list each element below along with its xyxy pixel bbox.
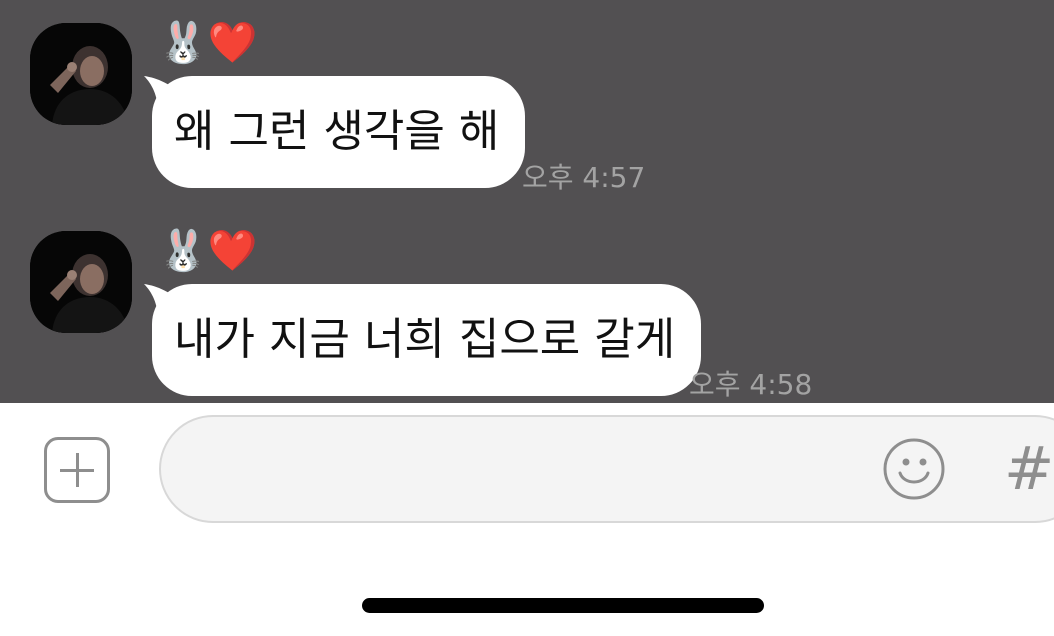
avatar[interactable] — [30, 23, 132, 125]
message-timestamp: 오후 4:57 — [522, 161, 646, 194]
message-bubble[interactable]: 내가 지금 너희 집으로 갈게 — [144, 284, 702, 396]
sender-name: 🐰❤️ — [158, 228, 258, 274]
hashtag-icon: # — [1004, 437, 1054, 501]
attach-button[interactable] — [44, 437, 110, 503]
hashtag-button[interactable]: # — [1004, 437, 1054, 501]
home-indicator — [362, 598, 764, 613]
sender-name: 🐰❤️ — [158, 20, 258, 66]
message-timestamp: 오후 4:58 — [689, 368, 813, 401]
smiley-icon — [883, 438, 945, 500]
chat-area[interactable]: 🐰❤️ 왜 그런 생각을 해 오후 4:57 🐰❤️ 내가 지금 너희 집으로 … — [0, 0, 1054, 403]
message-text: 왜 그런 생각을 해 — [174, 106, 500, 157]
avatar[interactable] — [30, 231, 132, 333]
message-input-bar: # — [0, 403, 1054, 636]
message-text: 내가 지금 너희 집으로 갈게 — [174, 314, 676, 365]
emoji-button[interactable] — [882, 437, 946, 501]
message-bubble[interactable]: 왜 그런 생각을 해 — [144, 76, 526, 188]
